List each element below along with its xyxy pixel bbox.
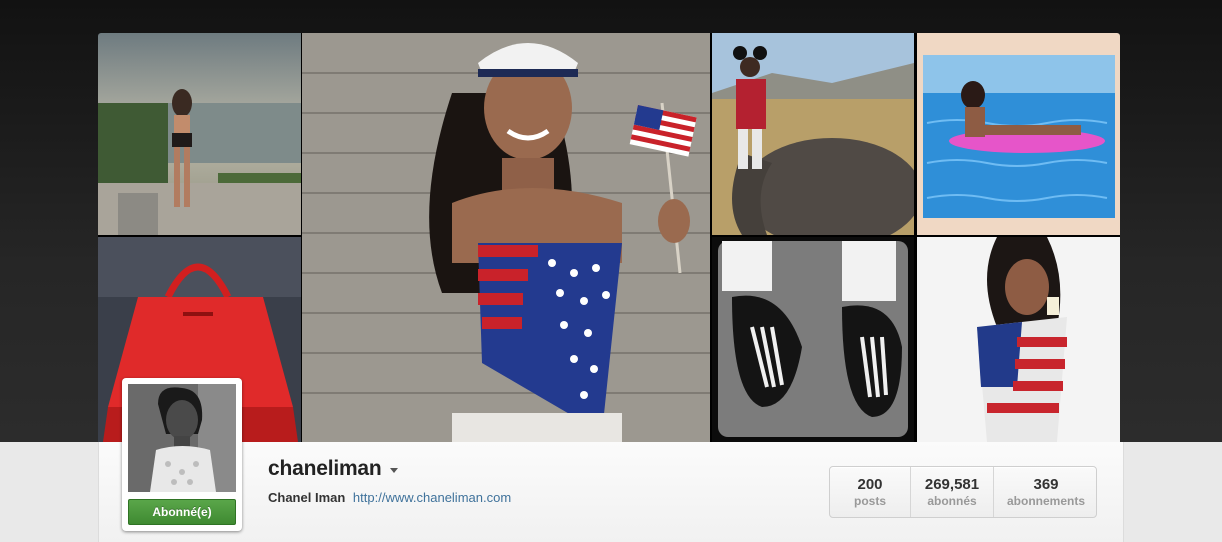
photo-balcony[interactable] [98,33,301,235]
photo-skeleton-shoes[interactable] [712,237,914,442]
follow-button[interactable]: Abonné(e) [128,499,236,525]
stat-label: abonnés [927,494,977,508]
stat-followers[interactable]: 269,581 abonnés [911,467,994,517]
stats-box: 200 posts 269,581 abonnés 369 abonnement… [829,466,1097,518]
username-row[interactable]: chaneliman [268,456,398,482]
username: chaneliman [268,457,382,480]
photo-mosaic [98,33,1120,442]
stat-value: 269,581 [924,476,980,493]
photo-flag-sweater[interactable] [917,237,1120,442]
bio: Chanel Iman http://www.chaneliman.com [268,490,511,505]
chevron-down-icon[interactable] [389,468,398,473]
stat-value: 369 [1033,476,1059,493]
stat-label: posts [853,494,886,508]
website-link[interactable]: http://www.chaneliman.com [353,490,511,505]
photo-elephant[interactable] [712,33,914,235]
stat-following[interactable]: 369 abonnements [994,467,1098,517]
full-name: Chanel Iman [268,490,346,505]
avatar[interactable] [128,384,236,492]
avatar-card: Abonné(e) [122,378,242,531]
stat-posts[interactable]: 200 posts [830,467,911,517]
photo-flag-portrait[interactable] [302,33,710,442]
stat-value: 200 [857,476,883,493]
photo-pool[interactable] [917,33,1120,235]
stat-label: abonnements [1006,494,1085,508]
